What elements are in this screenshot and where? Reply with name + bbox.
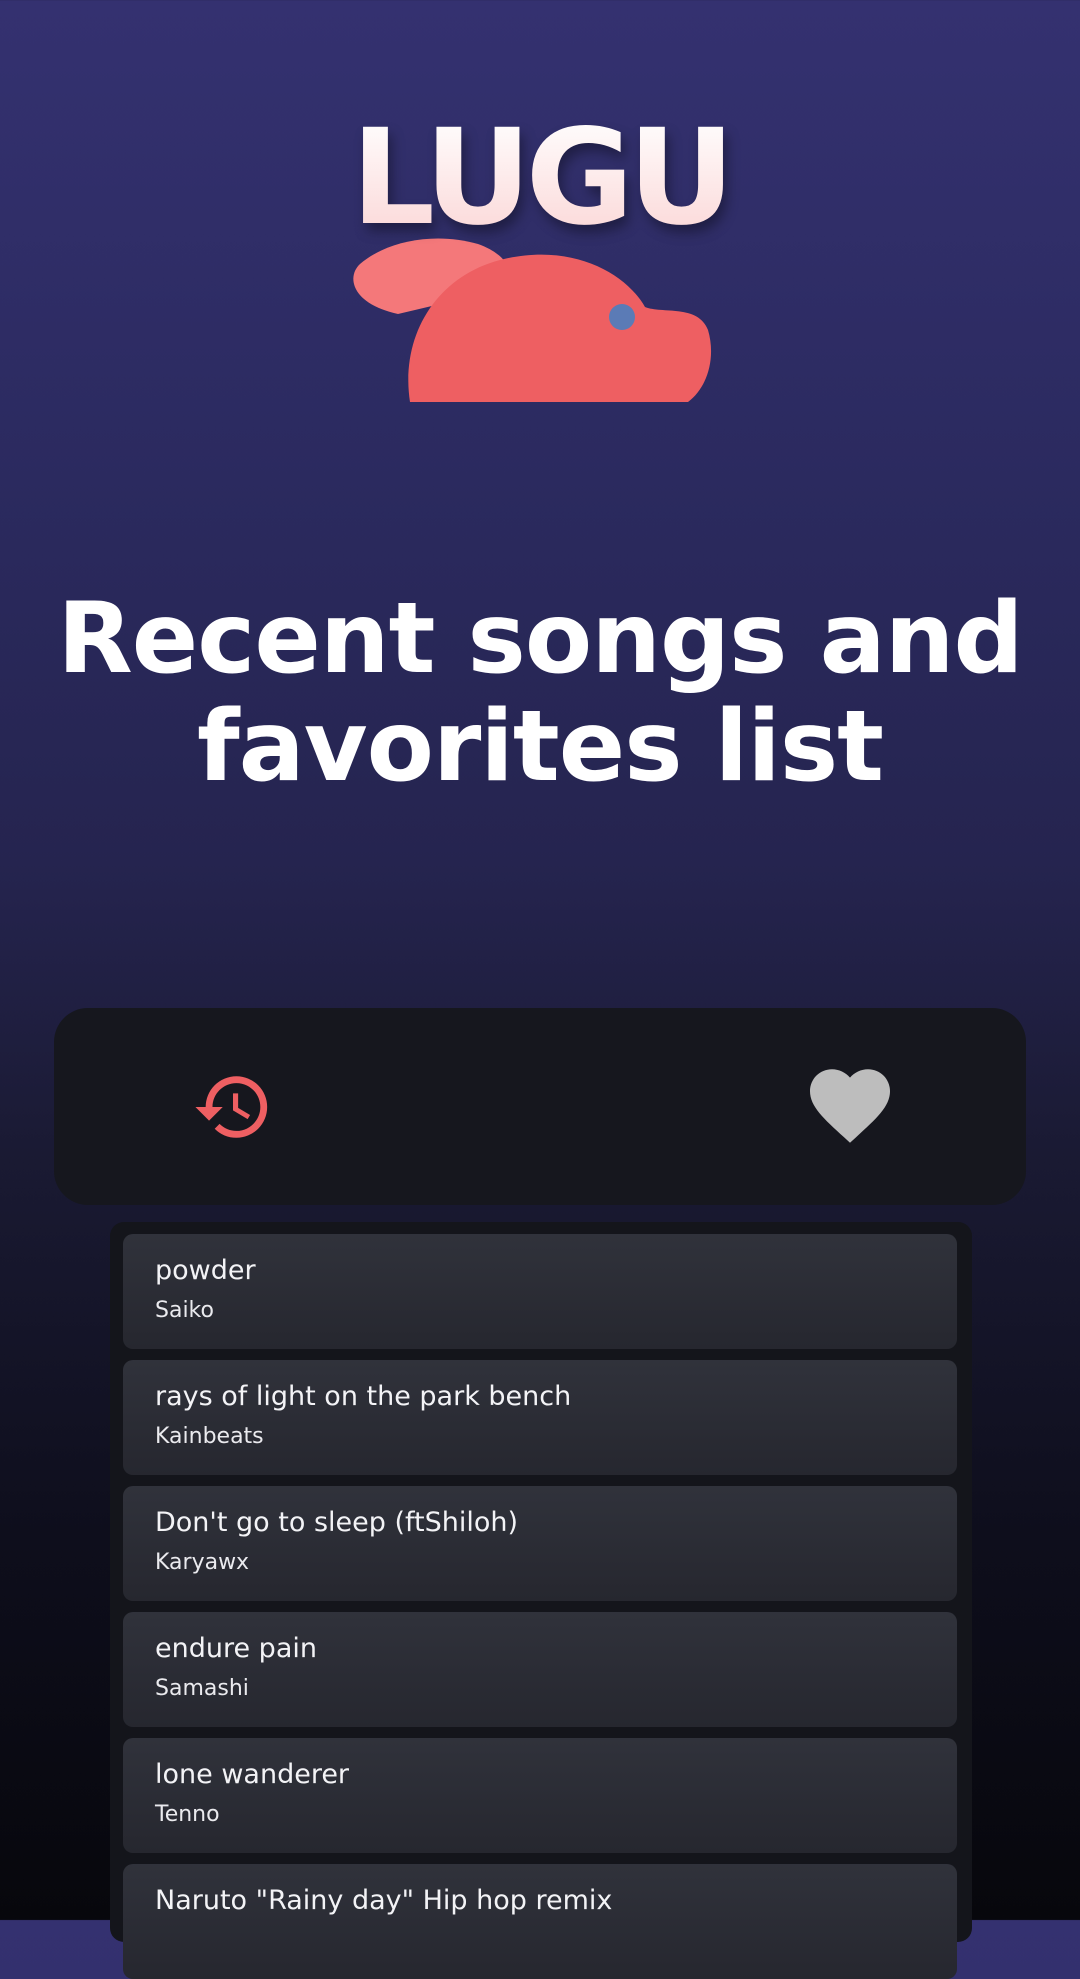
- song-list: powder Saiko rays of light on the park b…: [110, 1222, 972, 1979]
- song-artist: Kainbeats: [155, 1424, 264, 1449]
- song-item[interactable]: powder Saiko: [123, 1234, 957, 1349]
- song-item[interactable]: endure pain Samashi: [123, 1612, 957, 1727]
- song-title: lone wanderer: [155, 1759, 350, 1790]
- song-item[interactable]: rays of light on the park bench Kainbeat…: [123, 1360, 957, 1475]
- tab-favorites[interactable]: [810, 1068, 890, 1144]
- song-item[interactable]: Naruto "Rainy day" Hip hop remix: [123, 1864, 957, 1979]
- song-title: Don't go to sleep (ftShiloh): [155, 1507, 519, 1538]
- song-artist: Tenno: [155, 1802, 220, 1827]
- song-artist: Karyawx: [155, 1550, 250, 1575]
- history-icon: [195, 1076, 268, 1138]
- logo-wordmark: LUGU: [340, 112, 740, 244]
- song-title: rays of light on the park bench: [155, 1381, 572, 1412]
- app-logo: LUGU: [340, 112, 740, 402]
- song-item[interactable]: Don't go to sleep (ftShiloh) Karyawx: [123, 1486, 957, 1601]
- song-title: powder: [155, 1255, 256, 1286]
- song-title: endure pain: [155, 1633, 317, 1664]
- heart-icon: [810, 1069, 890, 1143]
- song-item[interactable]: lone wanderer Tenno: [123, 1738, 957, 1853]
- tab-recent[interactable]: [192, 1066, 274, 1148]
- headline-line-2: favorites list: [196, 690, 884, 804]
- song-artist: Samashi: [155, 1676, 249, 1701]
- headline-line-1: Recent songs and: [57, 582, 1023, 696]
- song-artist: Saiko: [155, 1298, 214, 1323]
- song-title: Naruto "Rainy day" Hip hop remix: [155, 1885, 613, 1916]
- headline: Recent songs and favorites list: [40, 585, 1040, 801]
- tab-bar: [54, 1008, 1026, 1205]
